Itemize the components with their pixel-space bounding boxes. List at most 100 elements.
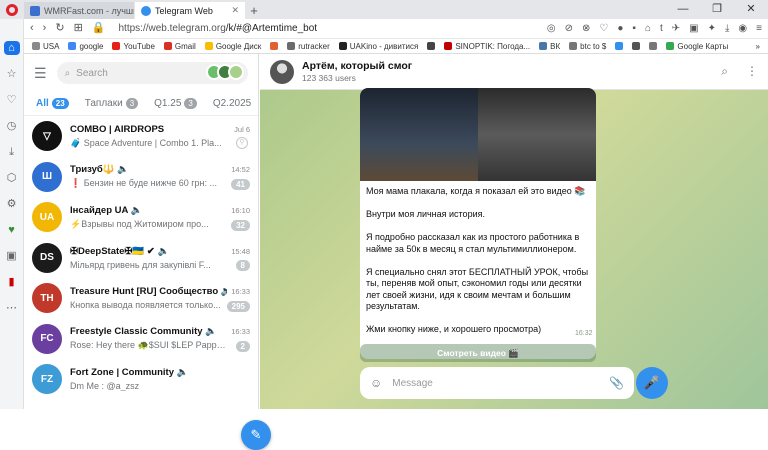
download-icon[interactable]: ⤓	[9, 145, 14, 159]
bookmark-item[interactable]	[632, 42, 641, 50]
bookmark-item[interactable]: SINOPTIK: Погода...	[444, 42, 530, 51]
channel-avatar[interactable]	[270, 59, 294, 84]
bookmark-item[interactable]	[649, 42, 658, 50]
voice-record-button[interactable]: 🎤	[636, 367, 668, 399]
attach-icon[interactable]: 📎	[609, 376, 624, 390]
search-icon[interactable]: ⌕	[721, 64, 728, 79]
message-photo[interactable]	[360, 88, 596, 181]
bookmark-favicon-icon	[112, 42, 121, 50]
camera-icon[interactable]: ◎	[547, 23, 556, 34]
bookmark-item[interactable]	[270, 42, 279, 50]
profile-icon[interactable]: ◉	[738, 23, 747, 34]
bookmark-item[interactable]: Google Диск	[204, 42, 261, 51]
speed-dial-icon[interactable]: ⌂	[3, 41, 20, 55]
avatar-glyph: UA	[39, 211, 55, 223]
folder-tab[interactable]: Q1.25 3	[154, 98, 197, 109]
more-vertical-icon[interactable]: ⋮	[746, 64, 758, 79]
extensions-puzzle-icon[interactable]: ✦	[708, 23, 716, 34]
new-tab-button[interactable]: +	[246, 2, 262, 19]
bookmarks-more-button[interactable]: »	[756, 42, 760, 51]
chat-list-item[interactable]: UA Інсайдер UA 🔈 16:10 ⚡Взрывы под Житомиро…	[24, 197, 258, 238]
folder-tab[interactable]: Таплаки 3	[85, 98, 139, 109]
chat-icon[interactable]: ♥	[8, 223, 15, 237]
bookmark-item[interactable]: rutracker	[287, 42, 330, 51]
maximize-button[interactable]: ❐	[700, 0, 734, 19]
history-icon[interactable]: ◷	[7, 119, 17, 133]
chat-list-item[interactable]: DS ✠DeepState✠🇺🇦 ✔ 🔈 15:48 Мільярд гривень …	[24, 238, 258, 279]
extension-icon[interactable]: ✈	[672, 23, 680, 34]
menu-icon[interactable]: ≡	[756, 23, 762, 34]
chat-name: Freestyle Classic Community 🔈	[70, 326, 217, 338]
chat-preview: Кнопка вывода появляется только...	[70, 300, 221, 311]
bookmark-favicon-icon	[204, 42, 213, 50]
bookmark-favicon-icon	[338, 42, 347, 50]
message-composer[interactable]: ☺ Message 📎	[360, 367, 634, 399]
photo-left-panel	[360, 88, 478, 181]
message-paragraph: Я подробно рассказал как из простого раб…	[366, 232, 580, 254]
back-icon[interactable]: ‹	[30, 23, 34, 34]
download-icon[interactable]: ⤓	[725, 23, 729, 34]
more-icon[interactable]: ⋯	[6, 301, 17, 315]
extension-icon[interactable]: ▣	[689, 23, 698, 34]
folder-unread-count: 3	[184, 98, 197, 109]
folder-tab[interactable]: All 23	[36, 98, 69, 109]
bookmark-item[interactable]: Google Карты	[666, 42, 728, 51]
forward-icon[interactable]: ›	[43, 23, 47, 34]
tab-close-icon[interactable]: ✕	[231, 5, 239, 16]
chat-list-item[interactable]: ▽ COMBO | AIRDROPS Jul 6 🧳 Space Adventure …	[24, 116, 258, 157]
bookmark-item[interactable]: USA	[32, 42, 59, 51]
telegram-favicon-icon	[141, 5, 151, 16]
bookmark-item[interactable]: ВК	[539, 42, 560, 51]
channel-header[interactable]: Артём, который смог 123 363 users ⌕ ⋮	[260, 54, 768, 90]
folder-label: All	[36, 98, 49, 109]
star-icon[interactable]: ☆	[7, 67, 17, 81]
bookmark-favicon-icon	[615, 42, 624, 50]
search-icon: ⌕	[64, 67, 71, 79]
hamburger-menu-icon[interactable]: ☰	[34, 65, 47, 82]
heart-icon[interactable]: ♡	[7, 93, 17, 107]
bookmark-item[interactable]: YouTube	[112, 42, 155, 51]
stories-avatars[interactable]	[206, 64, 244, 80]
shield-icon[interactable]: ⊘	[565, 23, 573, 34]
chat-title-row: ✠DeepState✠🇺🇦 ✔ 🔈 15:48	[70, 246, 250, 257]
channel-info: Артём, который смог 123 363 users	[302, 60, 412, 83]
bookmark-item[interactable]	[615, 42, 624, 50]
settings-icon[interactable]: ⚙	[7, 197, 17, 211]
url-field[interactable]: https://web.telegram.org/k/#@Artemtime_b…	[118, 23, 317, 34]
unread-badge: 41	[231, 179, 250, 190]
tab-wmrfast[interactable]: WMRFast.com - лучшие с ✕	[24, 2, 134, 19]
chat-list-item[interactable]: FC Freestyle Classic Community 🔈 16:33 Rose…	[24, 319, 258, 360]
chat-list-item[interactable]: Ш Тризуб🔱 🔈 14:52 ❗ Бензин не буде нижче 60…	[24, 157, 258, 198]
watch-video-button[interactable]: Смотреть видео 🎬	[360, 344, 596, 362]
bookmark-item[interactable]	[427, 42, 436, 50]
chat-time: 16:33	[231, 327, 250, 337]
chat-list-item[interactable]: FZ Fort Zone | Community 🔈 Dm Me : @a_zsz	[24, 359, 258, 400]
new-message-button[interactable]: ✎	[241, 420, 271, 450]
extension-icon[interactable]: ▪	[632, 23, 636, 34]
chat-list-item[interactable]: TH Treasure Hunt [RU] Сообщество 🔈 16:33 Кн…	[24, 278, 258, 319]
message-input[interactable]: Message	[392, 378, 599, 389]
extension-icon[interactable]: ●	[617, 23, 623, 34]
bookmark-item[interactable]: Gmail	[163, 41, 196, 51]
folder-tab[interactable]: Q2.2025	[213, 98, 251, 109]
extension-icon[interactable]: t	[660, 23, 663, 34]
bookmark-item[interactable]: UAKino - дивитися	[338, 42, 418, 51]
search-input[interactable]: ⌕ Search	[56, 62, 248, 84]
opera-logo-icon[interactable]	[0, 0, 24, 19]
tab-telegram[interactable]: Telegram Web ✕	[135, 2, 245, 19]
home-icon[interactable]: ⊞	[74, 23, 83, 34]
news-icon[interactable]: ▣	[6, 249, 16, 263]
emoji-icon[interactable]: ☺	[370, 376, 382, 390]
bookmark-item[interactable]: btc to $	[569, 42, 606, 51]
bookmark-label: Gmail	[174, 41, 196, 51]
bookmark-item[interactable]: google	[68, 42, 103, 51]
heart-icon[interactable]: ♡	[599, 23, 608, 34]
cube-icon[interactable]: ⬡	[7, 171, 17, 185]
vpn-icon[interactable]: ▮	[8, 275, 14, 289]
reload-icon[interactable]: ↻	[55, 23, 64, 34]
message-paragraph: Жми кнопку ниже, и хорошего просмотра)	[366, 324, 542, 334]
close-circle-icon[interactable]: ⊗	[582, 23, 590, 34]
extension-icon[interactable]: ⌂	[645, 23, 651, 34]
close-window-button[interactable]: ✕	[734, 0, 768, 19]
minimize-button[interactable]: —	[666, 0, 700, 19]
